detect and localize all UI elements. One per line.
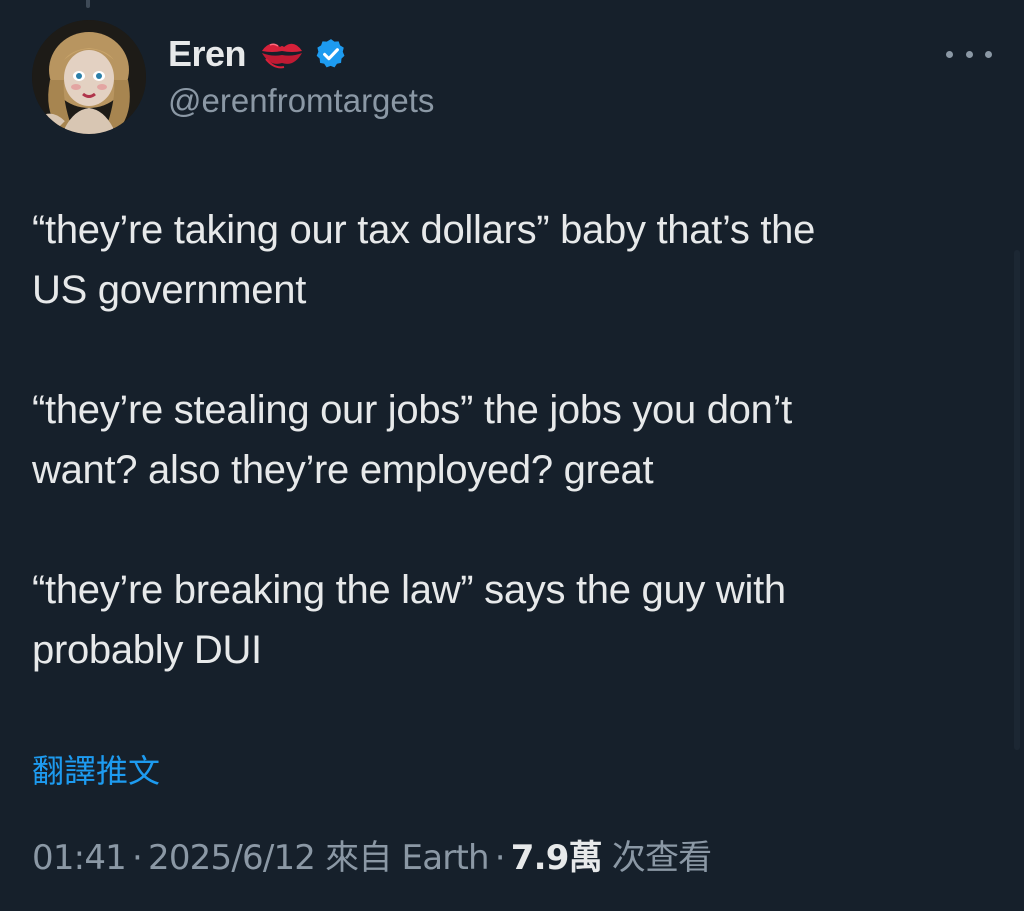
avatar-doll-image (32, 20, 146, 134)
tweet-source: 來自 Earth (325, 838, 489, 878)
tweet-paragraph: “they’re breaking the law” says the guy … (32, 568, 786, 672)
separator-dot: · (131, 838, 143, 878)
more-dot-icon (946, 50, 953, 58)
verified-badge-icon[interactable] (314, 37, 348, 71)
more-dot-icon (965, 50, 973, 58)
author-handle[interactable]: @erenfromtargets (168, 82, 434, 120)
views-count[interactable]: 7.9萬 (511, 830, 603, 879)
display-name[interactable]: Eren (168, 33, 247, 75)
tweet-time[interactable]: 01:41 (32, 838, 127, 878)
tweet-date[interactable]: 2025/6/12 (148, 838, 316, 878)
more-dot-icon (985, 50, 992, 58)
avatar[interactable] (32, 20, 146, 134)
scrollbar-track[interactable] (1014, 250, 1020, 750)
name-row: Eren (168, 30, 434, 78)
tweet-text: “they’re taking our tax dollars” baby th… (32, 200, 982, 680)
separator-dot: · (494, 838, 506, 878)
kiss-mark-icon (260, 37, 304, 71)
translate-tweet-link[interactable]: 翻譯推文 (32, 746, 160, 792)
thread-connector-line (86, 0, 90, 8)
tweet-metadata: 01:41 · 2025/6/12 來自 Earth · 7.9萬 次查看 (32, 830, 712, 879)
tweet-paragraph: “they’re taking our tax dollars” baby th… (32, 208, 816, 312)
tweet-paragraph: “they’re stealing our jobs” the jobs you… (32, 388, 792, 492)
author-block[interactable]: Eren @erenfromtargets (168, 30, 434, 120)
views-label: 次查看 (611, 838, 712, 878)
more-options-button[interactable] (946, 42, 992, 66)
